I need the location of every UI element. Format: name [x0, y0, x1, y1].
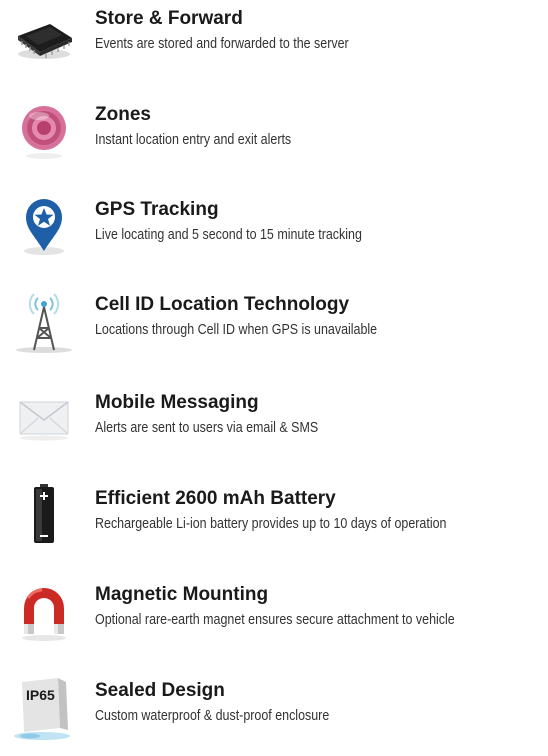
feature-sealed-design: IP65 Sealed Design Custom waterproof & d… — [0, 676, 548, 756]
feature-title: GPS Tracking — [95, 199, 219, 220]
feature-description: Alerts are sent to users via email & SMS — [95, 420, 319, 436]
ip65-box-icon: IP65 — [12, 676, 76, 740]
feature-battery: Efficient 2600 mAh Battery Rechargeable … — [0, 484, 548, 564]
feature-description: Events are stored and forwarded to the s… — [95, 36, 349, 52]
feature-title: Sealed Design — [95, 680, 225, 701]
feature-title: Cell ID Location Technology — [95, 294, 350, 315]
feature-description: Instant location entry and exit alerts — [95, 132, 292, 148]
feature-description: Rechargeable Li-ion battery provides up … — [95, 516, 447, 532]
feature-description: Locations through Cell ID when GPS is un… — [95, 322, 378, 338]
feature-description: Custom waterproof & dust-proof enclosure — [95, 708, 330, 724]
zone-target-icon — [12, 100, 76, 164]
feature-zones: Zones Instant location entry and exit al… — [0, 100, 548, 180]
feature-title: Zones — [95, 104, 151, 125]
feature-title: Store & Forward — [95, 8, 243, 29]
feature-cell-id: Cell ID Location Technology Locations th… — [0, 290, 548, 370]
feature-store-forward: Store & Forward Events are stored and fo… — [0, 4, 548, 84]
feature-gps-tracking: GPS Tracking Live locating and 5 second … — [0, 195, 548, 275]
feature-description: Optional rare-earth magnet ensures secur… — [95, 612, 455, 628]
feature-magnetic-mounting: Magnetic Mounting Optional rare-earth ma… — [0, 580, 548, 660]
map-pin-icon — [12, 195, 76, 259]
feature-title: Magnetic Mounting — [95, 584, 269, 605]
feature-title: Mobile Messaging — [95, 392, 259, 413]
feature-title: Efficient 2600 mAh Battery — [95, 488, 336, 509]
ip65-badge: IP65 — [26, 687, 55, 703]
battery-icon — [12, 484, 76, 548]
feature-mobile-messaging: Mobile Messaging Alerts are sent to user… — [0, 388, 548, 468]
memory-chip-icon — [12, 4, 76, 68]
envelope-icon — [12, 388, 76, 452]
feature-description: Live locating and 5 second to 15 minute … — [95, 227, 362, 243]
cell-tower-icon — [12, 290, 76, 354]
magnet-icon — [12, 580, 76, 644]
